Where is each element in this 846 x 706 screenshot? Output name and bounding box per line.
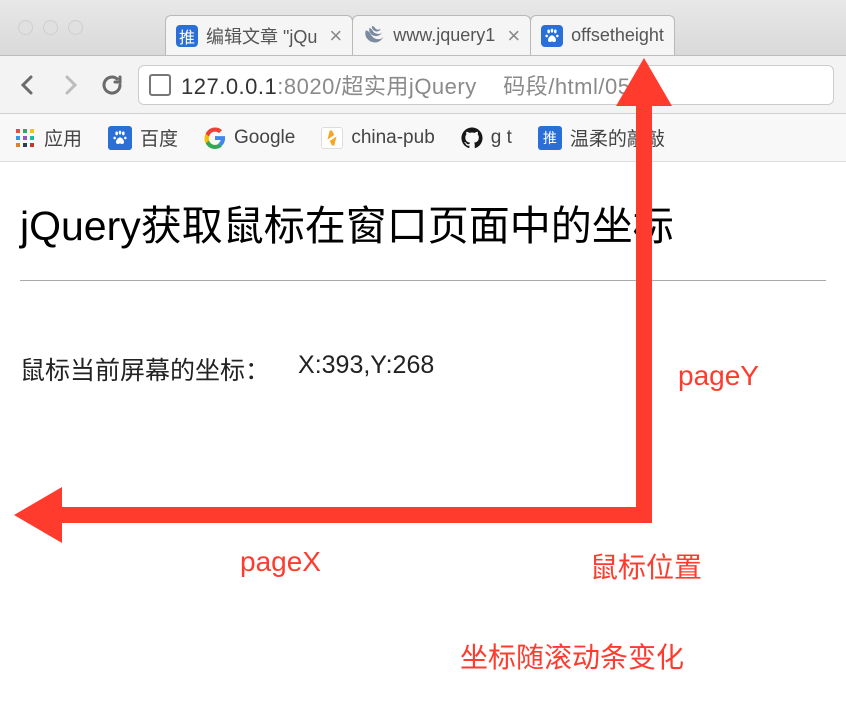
bookmark-label: g t — [491, 127, 512, 149]
bookmark-tuicool[interactable]: 推 温柔的敲敲 — [538, 124, 665, 151]
reload-button[interactable] — [96, 69, 128, 101]
tab-offsetheight[interactable]: offsetheight — [530, 15, 675, 55]
tab-title: 编辑文章 "jQu — [206, 23, 317, 49]
window-controls — [18, 20, 83, 35]
baidu-paw-icon — [108, 126, 132, 150]
google-icon — [204, 127, 226, 149]
page-content: jQuery获取鼠标在窗口页面中的坐标 鼠标当前屏幕的坐标： X:393,Y:2… — [0, 162, 846, 417]
arrow-horizontal-line — [58, 507, 652, 523]
window-maximize-button[interactable] — [68, 20, 83, 35]
close-icon[interactable]: × — [329, 25, 342, 47]
bookmark-label: Google — [234, 127, 295, 149]
coord-value: X:393,Y:268 — [298, 351, 434, 387]
bookmark-baidu[interactable]: 百度 — [108, 124, 178, 151]
tab-jquery[interactable]: www.jquery1 × — [352, 15, 531, 55]
bookmark-label: 应用 — [44, 124, 82, 151]
back-button[interactable] — [12, 69, 44, 101]
mouse-coordinates-readout: 鼠标当前屏幕的坐标： X:393,Y:268 — [20, 351, 826, 387]
tuicool-icon: 推 — [176, 25, 198, 47]
tab-strip: 推 编辑文章 "jQu × www.jquery1 × offsetheight — [0, 0, 846, 56]
bookmark-apps[interactable]: 应用 — [14, 124, 82, 151]
page-heading: jQuery获取鼠标在窗口页面中的坐标 — [20, 192, 826, 281]
jquery-icon — [363, 25, 385, 47]
label-pagex: pageX — [240, 546, 321, 578]
page-info-icon[interactable] — [149, 74, 171, 96]
github-icon — [461, 127, 483, 149]
bookmarks-bar: 应用 百度 Google china-pub g t 推 温柔的敲敲 — [0, 114, 846, 162]
bookmark-github[interactable]: g t — [461, 127, 512, 149]
tab-title: www.jquery1 — [393, 25, 495, 46]
chinapub-icon — [321, 127, 343, 149]
bookmark-google[interactable]: Google — [204, 127, 295, 149]
baidu-paw-icon — [541, 25, 563, 47]
close-icon[interactable]: × — [507, 25, 520, 47]
arrow-left-head — [14, 487, 62, 543]
bookmark-label: 百度 — [140, 124, 178, 151]
bookmark-label: 温柔的敲敲 — [570, 124, 665, 151]
apps-icon — [14, 127, 36, 149]
label-scroll-note: 坐标随滚动条变化 — [460, 636, 684, 676]
tuicool-icon: 推 — [538, 126, 562, 150]
window-close-button[interactable] — [18, 20, 33, 35]
tab-edit-article[interactable]: 推 编辑文章 "jQu × — [165, 15, 353, 55]
address-bar[interactable]: 127.0.0.1:8020/超实用jQuery 码段/html/05.h — [138, 65, 834, 105]
forward-button[interactable] — [54, 69, 86, 101]
coord-label: 鼠标当前屏幕的坐标： — [20, 351, 270, 387]
bookmark-label: china-pub — [351, 127, 434, 149]
url-text: 127.0.0.1:8020/超实用jQuery 码段/html/05.h — [181, 69, 650, 101]
tab-title: offsetheight — [571, 25, 664, 46]
bookmark-chinapub[interactable]: china-pub — [321, 127, 434, 149]
browser-toolbar: 127.0.0.1:8020/超实用jQuery 码段/html/05.h — [0, 56, 846, 114]
label-mouse-position: 鼠标位置 — [590, 546, 702, 586]
window-minimize-button[interactable] — [43, 20, 58, 35]
